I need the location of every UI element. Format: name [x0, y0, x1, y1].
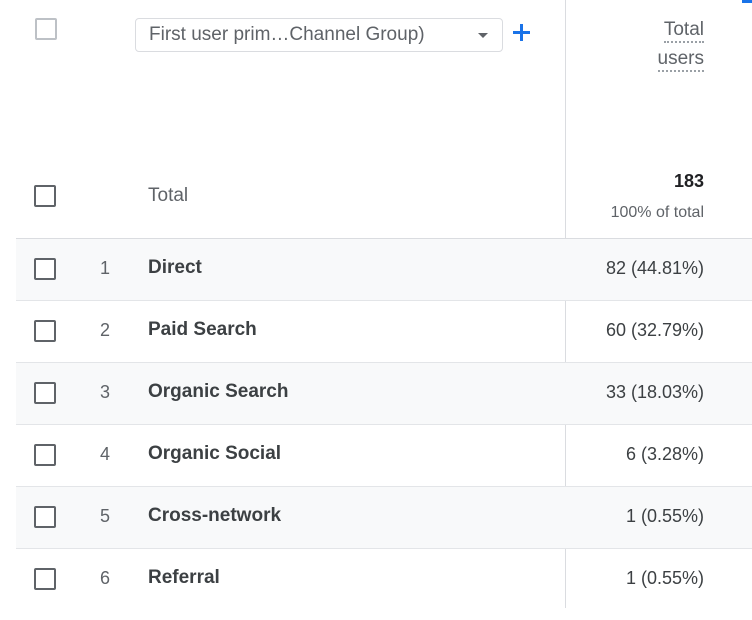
row-rank: 4 [100, 444, 111, 464]
row-channel-name: Cross-network [148, 505, 282, 526]
total-value: 183 [673, 171, 704, 191]
metric-header-line2: users [657, 48, 704, 72]
row-value: 6 (3.28%) [625, 444, 704, 464]
table-row: 2 Paid Search 60 (32.79%) [16, 301, 752, 363]
row-checkbox[interactable] [34, 320, 56, 342]
column-accent-bar [742, 0, 752, 3]
dimension-select[interactable]: First user prim…Channel Group) [135, 18, 503, 52]
metric-header-line1: Total [663, 19, 704, 43]
table-row: 5 Cross-network 1 (0.55%) [16, 487, 752, 549]
row-channel-name: Referral [148, 567, 220, 588]
row-value: 1 (0.55%) [625, 568, 704, 588]
row-value: 33 (18.03%) [605, 382, 704, 402]
select-all-header-checkbox[interactable] [35, 18, 57, 40]
row-channel-name: Direct [148, 257, 202, 278]
row-rank: 6 [100, 568, 111, 588]
total-label: Total [148, 185, 189, 206]
add-dimension-icon[interactable] [512, 22, 532, 42]
row-channel-name: Organic Social [148, 443, 282, 464]
row-value: 82 (44.81%) [605, 258, 704, 278]
dimension-select-label: First user prim…Channel Group) [149, 24, 425, 45]
row-checkbox[interactable] [34, 444, 56, 466]
row-value: 1 (0.55%) [625, 506, 704, 526]
row-checkbox[interactable] [34, 258, 56, 280]
row-checkbox[interactable] [34, 382, 56, 404]
row-channel-name: Organic Search [148, 381, 289, 402]
row-channel-name: Paid Search [148, 319, 257, 340]
row-rank: 2 [100, 320, 111, 340]
row-rank: 3 [100, 382, 111, 402]
row-rank: 5 [100, 506, 111, 526]
row-rank: 1 [100, 258, 111, 278]
row-value: 60 (32.79%) [605, 320, 704, 340]
table-row: 4 Organic Social 6 (3.28%) [16, 425, 752, 487]
total-percent: 100% of total [610, 204, 704, 221]
row-checkbox[interactable] [34, 568, 56, 590]
table-row: 1 Direct 82 (44.81%) [16, 239, 752, 301]
select-all-checkbox[interactable] [34, 185, 56, 207]
table-row: 6 Referral 1 (0.55%) [16, 549, 752, 610]
table-body: 1 Direct 82 (44.81%) 2 Paid Search 60 (3… [16, 239, 752, 610]
table-row: 3 Organic Search 33 (18.03%) [16, 363, 752, 425]
row-checkbox[interactable] [34, 506, 56, 528]
metric-header-total-users[interactable]: Total users [657, 17, 704, 75]
report-table: First user prim…Channel Group) Total use… [0, 0, 752, 620]
chevron-down-icon [478, 33, 488, 38]
